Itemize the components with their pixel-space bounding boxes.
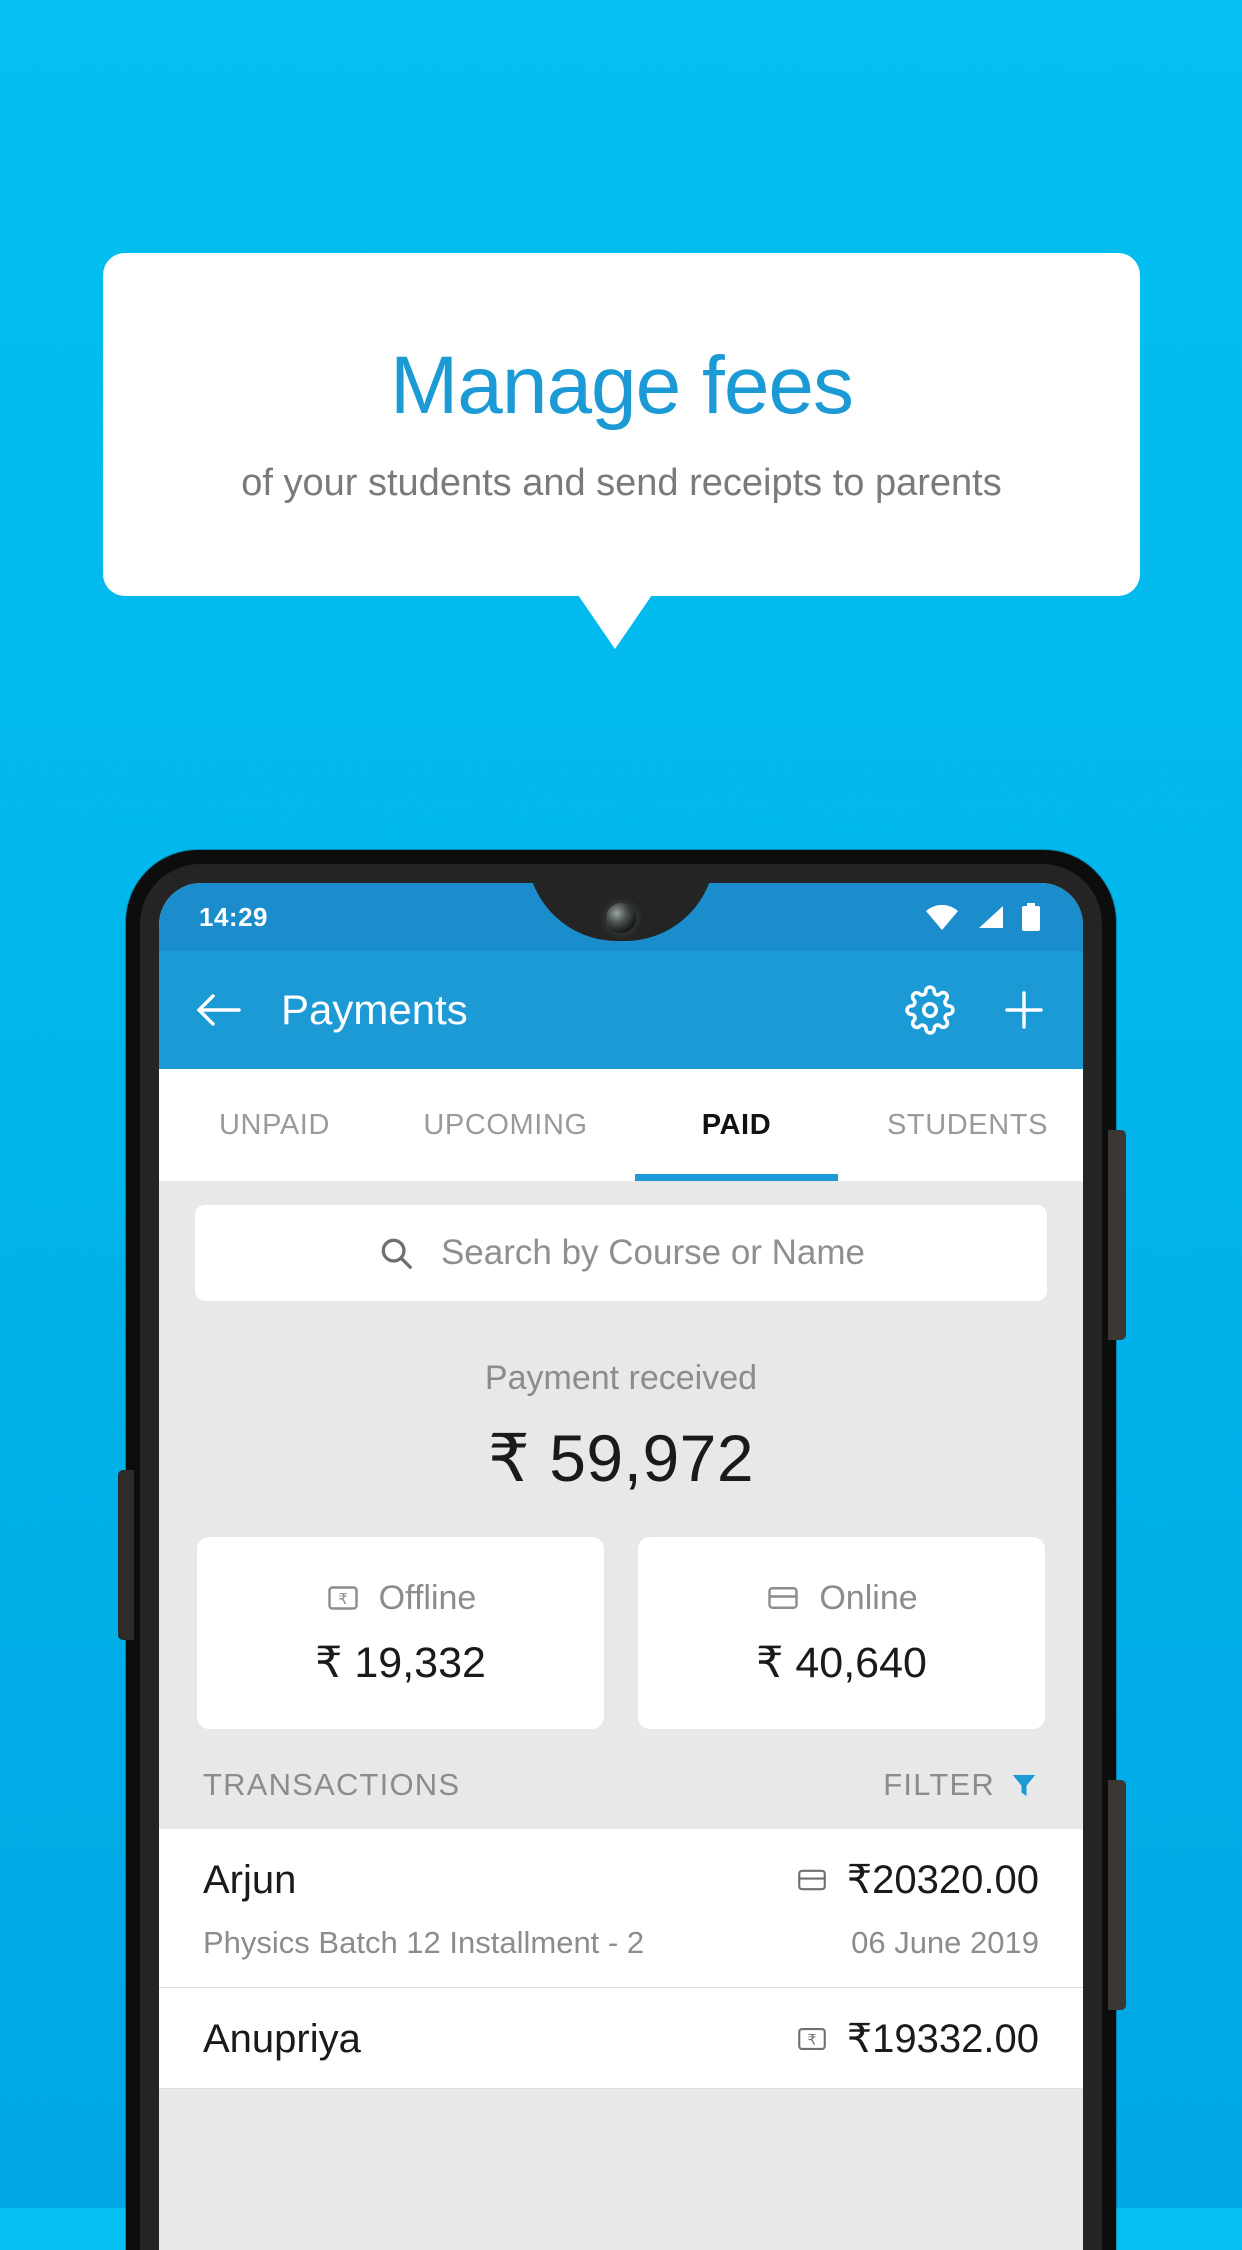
status-bar: 14:29 <box>159 883 1083 951</box>
transaction-amount: ₹19332.00 <box>846 2017 1039 2061</box>
transactions-header: TRANSACTIONS FILTER <box>159 1729 1083 1829</box>
promo-card: Manage fees of your students and send re… <box>103 253 1140 596</box>
transactions-list: Arjun ₹20320.00 Physics Batch 12 Install… <box>159 1829 1083 2089</box>
credit-card-icon <box>795 1863 829 1897</box>
phone-power-button[interactable] <box>1108 1130 1126 1340</box>
signal-icon <box>975 904 1005 930</box>
transaction-amount-group: ₹ ₹19332.00 <box>795 2016 1039 2062</box>
search-placeholder: Search by Course or Name <box>440 1233 866 1272</box>
transaction-primary-line: Anupriya ₹ ₹19332.00 <box>203 2016 1039 2062</box>
offline-amount: ₹ 19,332 <box>315 1638 486 1687</box>
app-bar: Payments <box>159 951 1083 1069</box>
transaction-secondary-line: Physics Batch 12 Installment - 2 06 June… <box>203 1925 1039 1961</box>
search-icon <box>377 1234 415 1272</box>
plus-icon[interactable] <box>1001 987 1047 1033</box>
table-row[interactable]: Anupriya ₹ ₹19332.00 <box>159 1988 1083 2089</box>
search-section: Search by Course or Name <box>159 1181 1083 1319</box>
tab-unpaid[interactable]: UNPAID <box>159 1069 390 1181</box>
wifi-icon <box>925 904 959 930</box>
transaction-name: Arjun <box>203 1857 297 1902</box>
offline-card[interactable]: ₹ Offline ₹ 19,332 <box>197 1537 604 1729</box>
promo-title: Manage fees <box>389 339 854 431</box>
status-bar-time: 14:29 <box>199 901 268 932</box>
transaction-date: 06 June 2019 <box>851 1925 1039 1960</box>
payment-received-label: Payment received <box>484 1359 758 1397</box>
payment-split-row: ₹ Offline ₹ 19,332 Online ₹ 40,640 <box>159 1501 1083 1729</box>
transaction-description: Physics Batch 12 Installment - 2 <box>203 1925 645 1960</box>
search-input[interactable]: Search by Course or Name <box>195 1205 1047 1301</box>
svg-text:₹: ₹ <box>807 2033 816 2049</box>
phone-notch <box>527 883 715 941</box>
filter-label: FILTER <box>883 1767 995 1802</box>
battery-icon <box>1021 903 1041 931</box>
back-arrow-icon[interactable] <box>195 991 241 1029</box>
transaction-amount-group: ₹20320.00 <box>795 1857 1039 1903</box>
promo-subtitle: of your students and send receipts to pa… <box>241 461 1002 504</box>
tab-content-paid: Search by Course or Name Payment receive… <box>159 1181 1083 2250</box>
front-camera-icon <box>606 903 636 933</box>
rupee-note-icon: ₹ <box>325 1580 361 1616</box>
offline-label: Offline <box>378 1578 477 1617</box>
table-row[interactable]: Arjun ₹20320.00 Physics Batch 12 Install… <box>159 1829 1083 1988</box>
credit-card-icon <box>765 1580 801 1616</box>
app-bar-title: Payments <box>281 986 468 1033</box>
phone-screen: 14:29 Payments UNPAID UPCOMING PAID STUD… <box>159 883 1083 2250</box>
phone-mockup: 14:29 Payments UNPAID UPCOMING PAID STUD… <box>118 850 1126 2250</box>
phone-volume-button[interactable] <box>1108 1780 1126 2010</box>
svg-text:₹: ₹ <box>338 1590 348 1608</box>
rupee-note-icon: ₹ <box>795 2022 829 2056</box>
payment-summary: Payment received ₹ 59,972 <box>159 1319 1083 1501</box>
transactions-label: TRANSACTIONS <box>203 1767 461 1802</box>
status-bar-icons <box>925 903 1041 931</box>
online-card[interactable]: Online ₹ 40,640 <box>638 1537 1045 1729</box>
tab-bar: UNPAID UPCOMING PAID STUDENTS <box>159 1069 1083 1181</box>
funnel-icon <box>1009 1770 1039 1800</box>
gear-icon[interactable] <box>905 985 955 1035</box>
online-label: Online <box>819 1578 918 1617</box>
transaction-amount: ₹20320.00 <box>846 1858 1039 1902</box>
tab-upcoming[interactable]: UPCOMING <box>390 1069 621 1181</box>
phone-left-button[interactable] <box>118 1470 134 1640</box>
online-card-head: Online <box>765 1578 918 1618</box>
tab-paid[interactable]: PAID <box>621 1069 852 1181</box>
filter-button[interactable]: FILTER <box>883 1767 1039 1803</box>
payment-received-amount: ₹ 59,972 <box>487 1421 755 1495</box>
online-amount: ₹ 40,640 <box>756 1638 927 1687</box>
offline-card-head: ₹ Offline <box>325 1578 477 1618</box>
transaction-name: Anupriya <box>203 2016 361 2061</box>
transaction-primary-line: Arjun ₹20320.00 <box>203 1857 1039 1903</box>
app-bar-actions <box>905 985 1047 1035</box>
promo-pointer <box>578 595 652 649</box>
tab-students[interactable]: STUDENTS <box>852 1069 1083 1181</box>
